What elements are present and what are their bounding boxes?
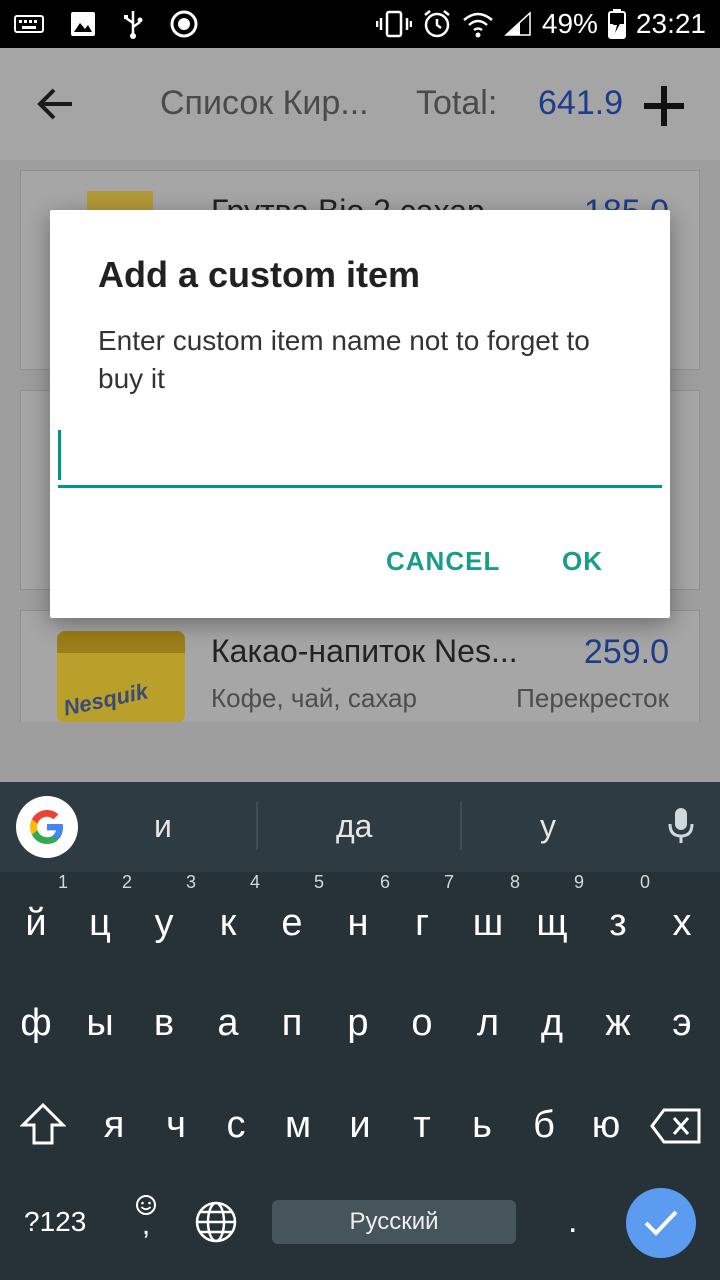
suggestion-item[interactable]: да xyxy=(336,808,372,845)
key[interactable]: е5 xyxy=(262,872,324,945)
suggestion-item[interactable]: у xyxy=(540,808,556,845)
comma-emoji-key[interactable]: , xyxy=(134,1194,158,1240)
list-title: Список Кир... xyxy=(160,84,369,122)
item-shop: Перекресток xyxy=(516,683,669,713)
status-bar: 49% 23:21 xyxy=(0,0,720,48)
key[interactable]: с xyxy=(206,1104,266,1147)
key[interactable]: х xyxy=(652,902,712,945)
key[interactable]: ч xyxy=(146,1104,206,1147)
suggestion-item[interactable]: и xyxy=(154,808,172,845)
suggestion-bar: и да у xyxy=(0,782,720,872)
battery-percent: 49% xyxy=(541,8,598,39)
key[interactable]: л xyxy=(458,1002,518,1045)
divider xyxy=(460,802,462,850)
key[interactable]: а xyxy=(198,1002,258,1045)
product-image: Nesquik xyxy=(57,631,185,722)
record-icon xyxy=(170,10,198,38)
key[interactable]: ы xyxy=(70,1002,130,1045)
back-arrow-icon[interactable] xyxy=(36,84,76,124)
image-icon xyxy=(70,11,96,37)
key[interactable]: щ9 xyxy=(522,872,584,945)
dialog-message: Enter custom item name not to forget to … xyxy=(98,325,590,394)
key[interactable]: ю xyxy=(576,1104,636,1147)
key[interactable]: ш8 xyxy=(458,872,520,945)
key[interactable]: о xyxy=(392,1002,452,1045)
key[interactable]: ф xyxy=(6,1002,66,1045)
cancel-button[interactable]: CANCEL xyxy=(386,546,500,577)
custom-item-input[interactable] xyxy=(58,428,662,488)
product-logo: Nesquik xyxy=(61,678,151,721)
key[interactable]: ц2 xyxy=(70,872,132,945)
app-bar: Список Кир... Total: 641.9 xyxy=(0,48,720,160)
divider xyxy=(256,802,258,850)
item-category: Кофе, чай, сахар xyxy=(211,683,417,713)
background-scrim xyxy=(0,722,720,782)
text-cursor xyxy=(58,430,61,480)
key[interactable]: н6 xyxy=(328,872,391,945)
signal-icon xyxy=(503,11,532,37)
key[interactable]: м xyxy=(268,1104,328,1147)
key[interactable]: д xyxy=(522,1002,582,1045)
key[interactable]: в xyxy=(134,1002,194,1045)
key[interactable]: з0 xyxy=(588,872,650,945)
usb-icon xyxy=(122,9,144,39)
battery-charging-icon xyxy=(607,9,626,39)
key[interactable]: г7 xyxy=(392,872,454,945)
item-price: 259.0 xyxy=(583,633,669,671)
list-item[interactable]: Nesquik Какао-напиток Nes... 259.0 Кофе,… xyxy=(20,610,700,722)
soft-keyboard: и да у й1 ц2 у3 к4 е5 н6 г7 ш8 щ9 з0 х ф… xyxy=(0,782,720,1280)
add-custom-item-dialog: Add a custom item Enter custom item name… xyxy=(50,210,670,618)
item-name: Какао-напиток Nes... xyxy=(211,633,518,669)
clock: 23:21 xyxy=(635,8,706,39)
period-key[interactable]: . xyxy=(568,1202,577,1241)
key[interactable]: ь xyxy=(452,1104,512,1147)
total-label: Total: xyxy=(416,84,498,122)
wifi-icon xyxy=(462,10,494,38)
key[interactable]: и xyxy=(330,1104,390,1147)
vibrate-icon xyxy=(375,10,412,38)
key[interactable]: я xyxy=(84,1104,144,1147)
microphone-icon[interactable] xyxy=(666,806,696,851)
key[interactable]: й1 xyxy=(6,872,68,945)
google-icon[interactable] xyxy=(16,796,78,858)
key[interactable]: у3 xyxy=(134,872,197,945)
key[interactable]: р xyxy=(328,1002,388,1045)
key[interactable]: п xyxy=(262,1002,322,1045)
ok-button[interactable]: OK xyxy=(562,546,603,577)
key[interactable]: т xyxy=(392,1104,452,1147)
alarm-icon xyxy=(422,9,452,39)
key[interactable]: б xyxy=(514,1104,574,1147)
backspace-icon[interactable] xyxy=(650,1108,702,1149)
globe-icon[interactable] xyxy=(194,1200,238,1249)
add-icon[interactable] xyxy=(640,82,688,135)
keyboard-icon xyxy=(14,14,44,34)
key[interactable]: э xyxy=(652,1002,712,1045)
dialog-title: Add a custom item xyxy=(98,254,421,295)
symbols-key[interactable]: ?123 xyxy=(24,1206,86,1238)
key[interactable]: к4 xyxy=(198,872,260,945)
enter-check-icon[interactable] xyxy=(626,1188,696,1258)
total-value: 641.9 xyxy=(538,84,624,122)
space-bar[interactable]: Русский xyxy=(272,1200,516,1244)
key[interactable]: ж xyxy=(588,1002,648,1045)
shift-icon[interactable] xyxy=(19,1102,67,1151)
